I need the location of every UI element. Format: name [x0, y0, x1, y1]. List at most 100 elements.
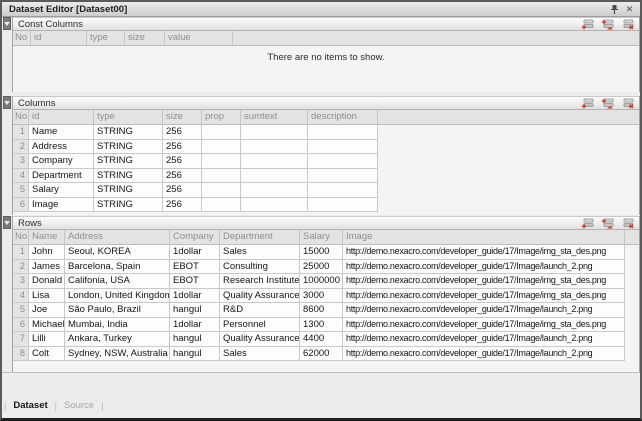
column-header-prop[interactable]: prop: [202, 110, 241, 124]
insert-row-icon[interactable]: [601, 19, 614, 30]
data-cell[interactable]: Mumbai, India: [65, 318, 170, 333]
data-cell[interactable]: 1300: [300, 318, 343, 333]
pin-icon[interactable]: [608, 3, 621, 15]
data-cell[interactable]: Ankara, Turkey: [65, 332, 170, 347]
data-cell[interactable]: STRING: [94, 140, 163, 155]
data-cell[interactable]: Michael: [29, 318, 65, 333]
insert-row-icon[interactable]: [601, 218, 614, 229]
data-cell[interactable]: [202, 140, 241, 155]
row-number-cell[interactable]: 2: [13, 140, 29, 155]
row-number-cell[interactable]: 6: [13, 318, 29, 333]
row-number-cell[interactable]: 4: [13, 289, 29, 304]
delete-row-icon[interactable]: [621, 19, 634, 30]
column-header-id[interactable]: id: [31, 31, 87, 45]
data-cell[interactable]: Address: [29, 140, 94, 155]
column-header-no[interactable]: No: [13, 230, 29, 244]
data-cell[interactable]: [308, 169, 378, 184]
data-cell[interactable]: STRING: [94, 198, 163, 213]
column-header-sumtext[interactable]: sumtext: [241, 110, 308, 124]
data-cell[interactable]: Personnel: [220, 318, 300, 333]
collapse-rows-button[interactable]: [3, 216, 11, 229]
data-cell[interactable]: Sydney, NSW, Australia: [65, 347, 170, 362]
data-cell[interactable]: [241, 154, 308, 169]
data-cell[interactable]: Lisa: [29, 289, 65, 304]
delete-row-icon[interactable]: [621, 98, 634, 109]
data-cell[interactable]: 1000000: [300, 274, 343, 289]
data-cell[interactable]: 1dollar: [170, 289, 220, 304]
data-cell[interactable]: Image: [29, 198, 94, 213]
data-cell[interactable]: hangul: [170, 347, 220, 362]
data-cell[interactable]: [202, 154, 241, 169]
data-cell[interactable]: Sales: [220, 347, 300, 362]
collapse-const-columns-button[interactable]: [3, 17, 11, 30]
row-number-cell[interactable]: 3: [13, 154, 29, 169]
data-cell[interactable]: John: [29, 245, 65, 260]
data-cell[interactable]: http://demo.nexacro.com/developer_guide/…: [343, 318, 625, 333]
data-cell[interactable]: 3000: [300, 289, 343, 304]
data-cell[interactable]: Sales: [220, 245, 300, 260]
add-row-icon[interactable]: [581, 19, 594, 30]
column-header-value[interactable]: value: [165, 31, 233, 45]
data-cell[interactable]: Name: [29, 125, 94, 140]
data-cell[interactable]: [241, 169, 308, 184]
data-cell[interactable]: STRING: [94, 154, 163, 169]
column-header-size[interactable]: size: [125, 31, 165, 45]
column-header-name[interactable]: Name: [29, 230, 65, 244]
data-cell[interactable]: 256: [163, 140, 202, 155]
data-cell[interactable]: Salary: [29, 183, 94, 198]
data-cell[interactable]: hangul: [170, 303, 220, 318]
data-cell[interactable]: Barcelona, Spain: [65, 260, 170, 275]
row-number-cell[interactable]: 7: [13, 332, 29, 347]
data-cell[interactable]: Califonia, USA: [65, 274, 170, 289]
column-header-type[interactable]: type: [87, 31, 125, 45]
column-header-id[interactable]: id: [29, 110, 94, 124]
add-row-icon[interactable]: [581, 218, 594, 229]
data-cell[interactable]: [202, 125, 241, 140]
data-cell[interactable]: http://demo.nexacro.com/developer_guide/…: [343, 289, 625, 304]
data-cell[interactable]: [202, 198, 241, 213]
row-number-cell[interactable]: 2: [13, 260, 29, 275]
data-cell[interactable]: Company: [29, 154, 94, 169]
data-cell[interactable]: [308, 198, 378, 213]
data-cell[interactable]: Lilli: [29, 332, 65, 347]
data-cell[interactable]: 15000: [300, 245, 343, 260]
row-number-cell[interactable]: 1: [13, 245, 29, 260]
data-cell[interactable]: Donald: [29, 274, 65, 289]
data-cell[interactable]: 25000: [300, 260, 343, 275]
data-cell[interactable]: http://demo.nexacro.com/developer_guide/…: [343, 347, 625, 362]
column-header-company[interactable]: Company: [170, 230, 220, 244]
data-cell[interactable]: EBOT: [170, 260, 220, 275]
data-cell[interactable]: http://demo.nexacro.com/developer_guide/…: [343, 260, 625, 275]
data-cell[interactable]: Colt: [29, 347, 65, 362]
data-cell[interactable]: 256: [163, 154, 202, 169]
close-icon[interactable]: ✕: [623, 3, 636, 15]
data-cell[interactable]: R&D: [220, 303, 300, 318]
add-row-icon[interactable]: [581, 98, 594, 109]
row-number-cell[interactable]: 1: [13, 125, 29, 140]
collapse-columns-button[interactable]: [3, 96, 11, 109]
data-cell[interactable]: 4400: [300, 332, 343, 347]
data-cell[interactable]: Research Institute: [220, 274, 300, 289]
row-number-cell[interactable]: 6: [13, 198, 29, 213]
data-cell[interactable]: Quality Assurance: [220, 289, 300, 304]
column-header-size[interactable]: size: [163, 110, 202, 124]
data-cell[interactable]: STRING: [94, 183, 163, 198]
data-cell[interactable]: James: [29, 260, 65, 275]
data-cell[interactable]: 256: [163, 169, 202, 184]
data-cell[interactable]: [241, 140, 308, 155]
column-header-department[interactable]: Department: [220, 230, 300, 244]
column-header-salary[interactable]: Salary: [300, 230, 343, 244]
column-header-image[interactable]: Image: [343, 230, 625, 244]
data-cell[interactable]: [308, 154, 378, 169]
data-cell[interactable]: http://demo.nexacro.com/developer_guide/…: [343, 274, 625, 289]
column-header-address[interactable]: Address: [65, 230, 170, 244]
data-cell[interactable]: [308, 140, 378, 155]
data-cell[interactable]: Department: [29, 169, 94, 184]
data-cell[interactable]: STRING: [94, 169, 163, 184]
data-cell[interactable]: [241, 183, 308, 198]
data-cell[interactable]: Consulting: [220, 260, 300, 275]
data-cell[interactable]: http://demo.nexacro.com/developer_guide/…: [343, 245, 625, 260]
data-cell[interactable]: [308, 183, 378, 198]
data-cell[interactable]: EBOT: [170, 274, 220, 289]
column-header-no[interactable]: No: [13, 110, 29, 124]
